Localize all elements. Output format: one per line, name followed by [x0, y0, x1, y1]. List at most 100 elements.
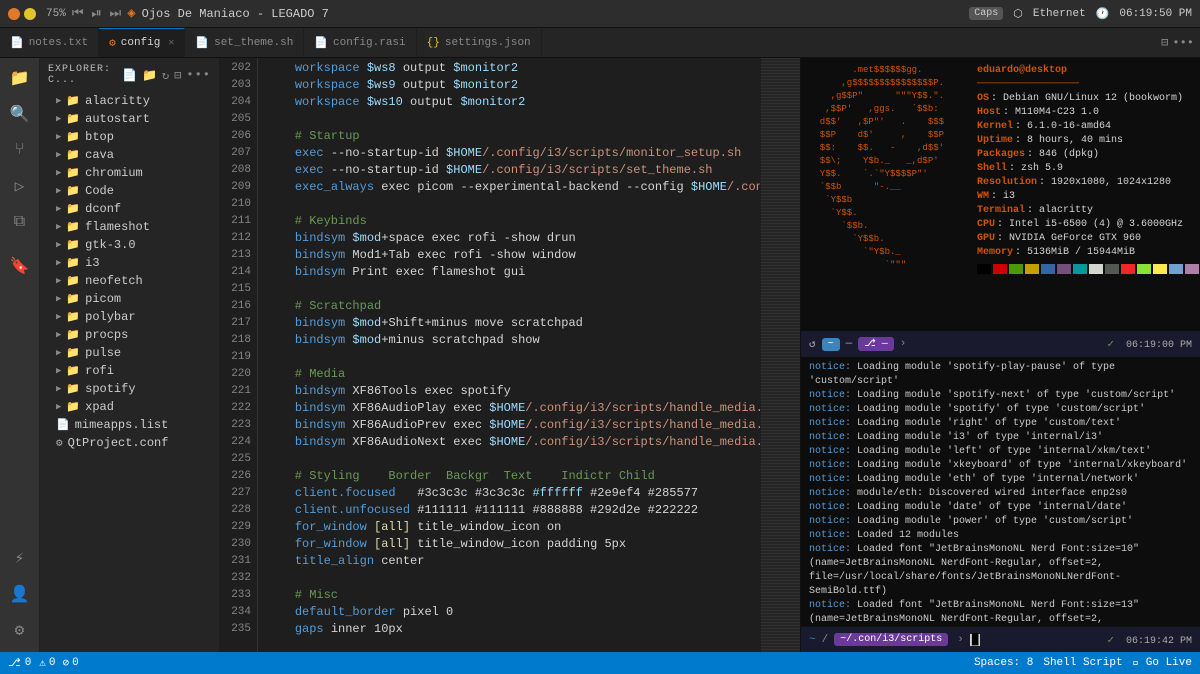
info-key: GPU: [977, 232, 995, 246]
git-activity-btn[interactable]: ⑂: [6, 136, 34, 164]
sidebar-item-alacritty[interactable]: ▶📁alacritty: [40, 92, 219, 110]
sidebar-item-dconf[interactable]: ▶📁dconf: [40, 200, 219, 218]
window-minimize-btn[interactable]: [24, 8, 36, 20]
sidebar-item-flameshot[interactable]: ▶📁flameshot: [40, 218, 219, 236]
log-notice: notice:: [809, 432, 851, 443]
code-token: $ws9: [360, 77, 396, 94]
color-block: [1185, 264, 1199, 274]
sidebar-item-procps[interactable]: ▶📁procps: [40, 326, 219, 344]
tree-item-label: pulse: [85, 346, 121, 360]
code-line: [266, 451, 752, 468]
window-close-btn[interactable]: [8, 8, 20, 20]
tab-config[interactable]: ⚙ config ✕: [99, 28, 185, 57]
line-number: 205: [220, 111, 251, 128]
sidebar-item-cava[interactable]: ▶📁cava: [40, 146, 219, 164]
folder-arrow-icon: ▶: [56, 96, 61, 106]
sidebar-item-gtk-3.0[interactable]: ▶📁gtk-3.0: [40, 236, 219, 254]
code-token: exec_always: [295, 179, 374, 196]
code-token: [266, 536, 295, 553]
sidebar-item-qtproject.conf[interactable]: ⚙QtProject.conf: [40, 434, 219, 452]
code-token: $HOME: [439, 162, 482, 179]
folder-icon: 📁: [66, 382, 80, 396]
sidebar-item-i3[interactable]: ▶📁i3: [40, 254, 219, 272]
tab-set-theme[interactable]: 📄 set_theme.sh: [185, 28, 304, 57]
statusbar-right: Spaces: 8 Shell Script 󰘬 Go Live: [974, 657, 1192, 669]
code-token: Mod1+Tab exec rofi -show window: [345, 247, 575, 264]
more-explorer-icon[interactable]: •••: [186, 68, 211, 83]
split-icon[interactable]: ⊟: [1161, 35, 1168, 50]
code-token: # Startup: [266, 128, 360, 145]
info-key: Host: [977, 106, 1001, 120]
more-icon[interactable]: •••: [1172, 36, 1194, 50]
log-notice: notice:: [809, 418, 851, 429]
tab-notes[interactable]: 📄 notes.txt: [0, 28, 99, 57]
sidebar-item-xpad[interactable]: ▶📁xpad: [40, 398, 219, 416]
account-activity-btn[interactable]: 👤: [6, 580, 34, 608]
sidebar-item-picom[interactable]: ▶📁picom: [40, 290, 219, 308]
code-line: [266, 196, 752, 213]
code-token: inner 10px: [324, 621, 403, 638]
code-line: [266, 570, 752, 587]
color-block: [1137, 264, 1151, 274]
code-token: for_window: [295, 536, 367, 553]
sidebar-item-spotify[interactable]: ▶📁spotify: [40, 380, 219, 398]
tab-config-rasi[interactable]: 📄 config.rasi: [304, 28, 416, 57]
search-activity-btn[interactable]: 🔍: [6, 100, 34, 128]
lightning-activity-btn[interactable]: ⚡: [6, 544, 34, 572]
code-token: $HOME: [482, 417, 525, 434]
sidebar-item-autostart[interactable]: ▶📁autostart: [40, 110, 219, 128]
new-file-icon[interactable]: 📄: [122, 68, 138, 83]
prompt-separator: ›: [900, 338, 907, 350]
info-val: : M110M4-C23 1.0: [1003, 106, 1099, 120]
language-label[interactable]: Shell Script: [1043, 657, 1122, 669]
terminal-log[interactable]: notice: Loading module 'spotify-play-pau…: [801, 357, 1200, 626]
code-token: workspace: [295, 77, 360, 94]
sidebar-item-pulse[interactable]: ▶📁pulse: [40, 344, 219, 362]
code-token: /.config/i3/scripts/handle_media.sh: [525, 417, 760, 434]
extensions-activity-btn[interactable]: ⧉: [6, 208, 34, 236]
sidebar-item-btop[interactable]: ▶📁btop: [40, 128, 219, 146]
tab-close-btn[interactable]: ✕: [168, 37, 174, 49]
folder-icon: 📁: [66, 148, 80, 162]
collapse-icon[interactable]: ⊟: [174, 68, 182, 83]
sidebar-header-icons: 📄 📁 ↻ ⊟ •••: [122, 68, 211, 83]
folder-arrow-icon: ▶: [56, 312, 61, 322]
sidebar-item-polybar[interactable]: ▶📁polybar: [40, 308, 219, 326]
line-number: 231: [220, 553, 251, 570]
bookmark-activity-btn[interactable]: 🔖: [6, 252, 34, 280]
code-content[interactable]: workspace $ws8 output $monitor2 workspac…: [258, 58, 760, 652]
code-line: workspace $ws9 output $monitor2: [266, 77, 752, 94]
folder-icon: 📁: [66, 346, 80, 360]
sidebar-item-rofi[interactable]: ▶📁rofi: [40, 362, 219, 380]
line-number: 234: [220, 604, 251, 621]
settings-activity-btn[interactable]: ⚙: [6, 616, 34, 644]
info-key: CPU: [977, 218, 995, 232]
status-git[interactable]: ⎇ 0: [8, 656, 31, 670]
main-layout: 📁 🔍 ⑂ ▷ ⧉ 🔖 ⚡ 👤 ⚙ EXPLORER: C... 📄 📁 ↻ ⊟…: [0, 58, 1200, 652]
tree-item-label: rofi: [85, 364, 114, 378]
new-folder-icon[interactable]: 📁: [142, 68, 158, 83]
code-token: Print exec flameshot gui: [345, 264, 525, 281]
tab-settings[interactable]: {} settings.json: [417, 28, 542, 57]
log-notice: notice:: [809, 530, 851, 541]
sidebar-item-neofetch[interactable]: ▶📁neofetch: [40, 272, 219, 290]
go-live-btn[interactable]: 󰘬 Go Live: [1133, 657, 1192, 669]
tree-item-label: btop: [85, 130, 114, 144]
prompt2-home-icon: ~: [809, 634, 816, 646]
sidebar-item-mimeapps.list[interactable]: 📄mimeapps.list: [40, 416, 219, 434]
code-token: $mod: [345, 230, 381, 247]
sidebar-item-code[interactable]: ▶📁Code: [40, 182, 219, 200]
network-icon: ⬡: [1013, 7, 1023, 21]
code-token: /.config/picom/picom.conf: [727, 179, 760, 196]
folder-icon: 📁: [66, 184, 80, 198]
code-token: bindsym: [295, 230, 345, 247]
neofetch-info-row: Host: M110M4-C23 1.0: [977, 106, 1200, 120]
refresh-icon[interactable]: ↻: [162, 68, 170, 83]
sidebar-item-chromium[interactable]: ▶📁chromium: [40, 164, 219, 182]
debug-activity-btn[interactable]: ▷: [6, 172, 34, 200]
explorer-activity-btn[interactable]: 📁: [6, 64, 34, 92]
status-errors[interactable]: ⚠ 0 ⊘ 0: [39, 656, 78, 670]
spaces-label[interactable]: Spaces: 8: [974, 657, 1033, 669]
folder-icon: 📁: [66, 364, 80, 378]
info-val: : 5136MiB / 15944MiB: [1015, 246, 1135, 260]
